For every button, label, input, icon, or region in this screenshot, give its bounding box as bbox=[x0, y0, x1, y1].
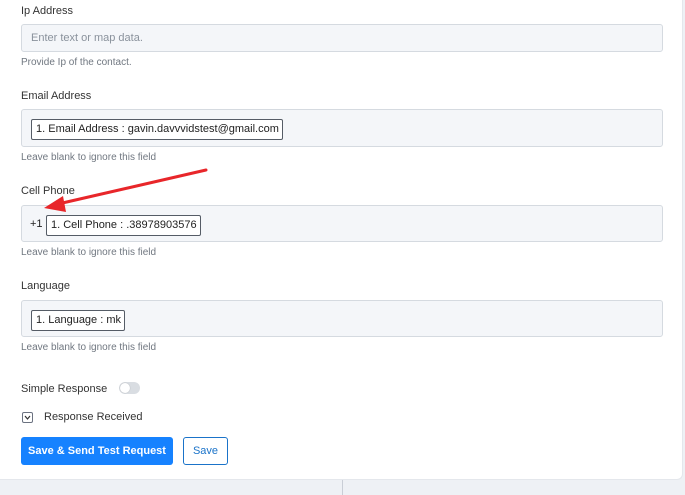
response-received-checkbox[interactable] bbox=[22, 412, 33, 423]
toggle-knob bbox=[120, 383, 130, 393]
chevron-down-icon bbox=[24, 415, 31, 420]
ip-address-input[interactable]: Enter text or map data. bbox=[21, 24, 663, 52]
cell-phone-input[interactable]: +1 1. Cell Phone : .38978903576 bbox=[21, 205, 663, 242]
panel-divider bbox=[342, 480, 343, 495]
cell-phone-help: Leave blank to ignore this field bbox=[21, 247, 157, 258]
email-address-help: Leave blank to ignore this field bbox=[21, 152, 157, 163]
email-address-mapped-value[interactable]: 1. Email Address : gavin.davvvidstest@gm… bbox=[31, 119, 283, 140]
simple-response-label: Simple Response bbox=[21, 383, 108, 395]
language-help: Leave blank to ignore this field bbox=[21, 342, 157, 353]
save-and-send-test-request-button[interactable]: Save & Send Test Request bbox=[21, 437, 173, 465]
save-button[interactable]: Save bbox=[183, 437, 228, 465]
country-code-prefix: +1 bbox=[30, 218, 43, 230]
ip-address-help: Provide Ip of the contact. bbox=[21, 57, 132, 68]
email-address-input[interactable]: 1. Email Address : gavin.davvvidstest@gm… bbox=[21, 109, 663, 147]
cell-phone-mapped-value[interactable]: 1. Cell Phone : .38978903576 bbox=[46, 215, 201, 236]
ip-address-label: Ip Address bbox=[21, 5, 73, 17]
simple-response-toggle[interactable] bbox=[119, 382, 140, 394]
language-input[interactable]: 1. Language : mk bbox=[21, 300, 663, 337]
language-mapped-value[interactable]: 1. Language : mk bbox=[31, 310, 126, 331]
ip-address-placeholder: Enter text or map data. bbox=[31, 32, 143, 44]
cell-phone-label: Cell Phone bbox=[21, 185, 75, 197]
email-address-label: Email Address bbox=[21, 90, 92, 102]
form-card: Ip Address Enter text or map data. Provi… bbox=[0, 0, 683, 480]
language-label: Language bbox=[21, 280, 70, 292]
response-received-label: Response Received bbox=[44, 411, 143, 423]
